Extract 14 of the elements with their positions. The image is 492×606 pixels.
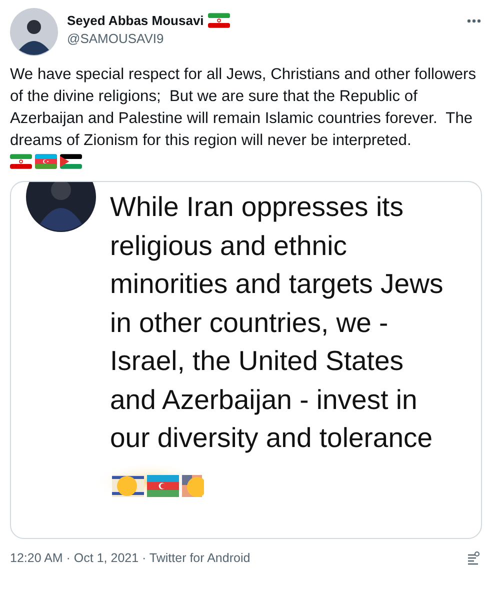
analytics-icon[interactable] [466, 551, 480, 565]
media-card[interactable]: While Iran oppresses its religious and ethnic minorities and targets Jews in other countries, we - Israel, the United States and Azerbaijan - invest in our diversity and tolerance [10, 181, 482, 539]
quoted-avatar [26, 182, 96, 232]
flag-icon [208, 13, 230, 28]
more-icon[interactable] [466, 18, 482, 24]
flag-icon [60, 154, 82, 169]
tweet-timestamp[interactable]: 12:20 AM · Oct 1, 2021 · Twitter for Android [10, 551, 250, 565]
tweet-text: We have special respect for all Jews, Christians and other followers of the divine religions; But we are sure that the Republic of Azerbaijan and Palestine will remain Islamic countries forever. The dreams of Zionism for this region will never be interpreted. [10, 65, 478, 151]
author-handle[interactable]: @SAMOUSAVI9 [67, 31, 457, 46]
avatar[interactable] [10, 8, 58, 56]
quoted-text: While Iran oppresses its religious and ethnic minorities and targets Jews in other countries, we - Israel, the United States and Azerbaijan - invest in our diversity and tolerance [110, 190, 444, 455]
flag-icon [10, 154, 32, 169]
author-name[interactable]: Seyed Abbas Mousavi [67, 13, 204, 28]
flag-icon [35, 154, 57, 169]
